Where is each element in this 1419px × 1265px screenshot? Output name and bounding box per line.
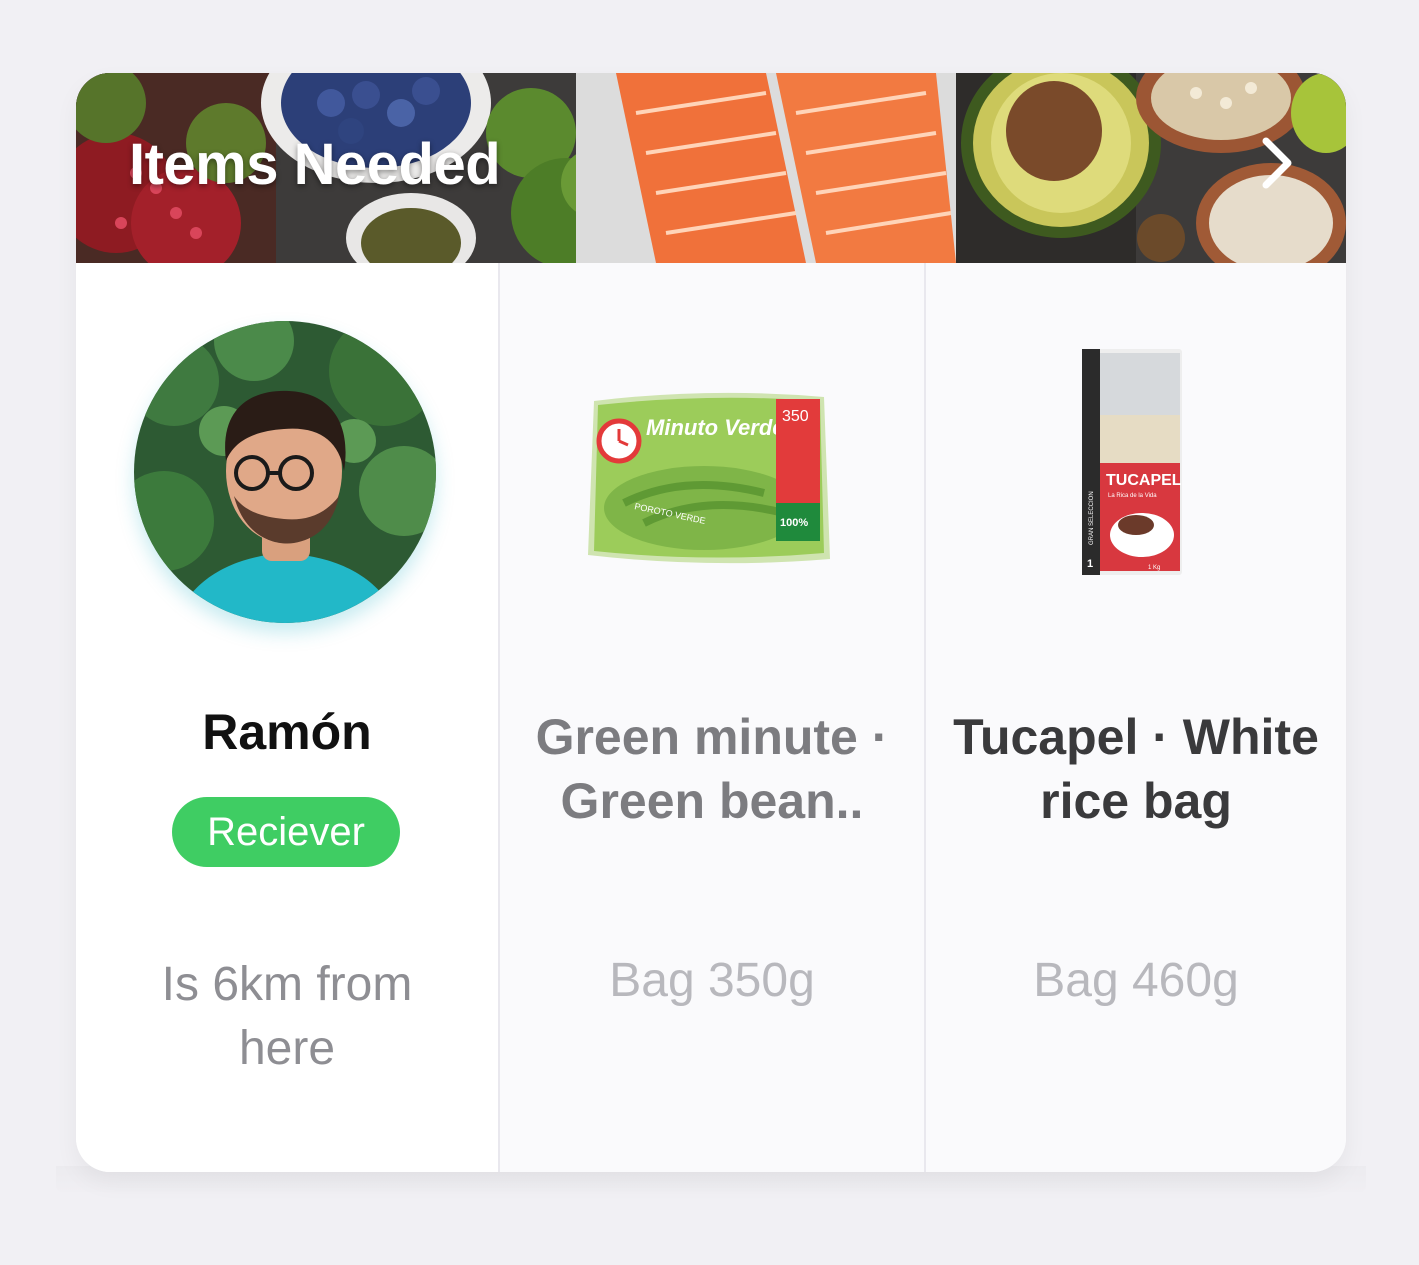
items-grid: Ramón Reciever Is 6km from here Minuto V… (76, 263, 1346, 1172)
beans-brand: Minuto Verde (646, 415, 785, 440)
rice-weight: 1 Kg (1148, 565, 1160, 571)
rice-grade: 1 (1087, 558, 1093, 570)
chevron-right-icon (1262, 137, 1292, 189)
items-needed-title: Items Needed (129, 132, 501, 197)
product-size: Bag 460g (1033, 954, 1239, 1007)
rice-side-label: GRAN SELECCION (1089, 491, 1095, 545)
avatar (134, 321, 436, 623)
rice-bag-image: TUCAPEL La Rica de la Vida GRAN SELECCIO… (1082, 349, 1182, 575)
beans-natural: 100% (780, 517, 808, 529)
see-all-button[interactable] (1248, 131, 1304, 195)
receiver-badge: Reciever (172, 797, 400, 867)
receiver-tile[interactable]: Ramón Reciever Is 6km from here (76, 263, 498, 1172)
green-bean-bag-image: Minuto Verde 350 100% POROTO VERDE (588, 392, 830, 564)
product-title: Tucapel · White rice bag (953, 709, 1319, 829)
product-size: Bag 350g (609, 954, 815, 1007)
receiver-name: Ramón (202, 704, 372, 760)
rice-brand: TUCAPEL (1106, 472, 1182, 489)
product-title: Green minute · Green bean.. (535, 709, 889, 829)
product-tile-green-beans[interactable]: Minuto Verde 350 100% POROTO VERDE Green… (500, 263, 924, 1172)
items-needed-header[interactable]: Items Needed (76, 73, 1346, 263)
rice-slogan: La Rica de la Vida (1108, 493, 1157, 499)
items-needed-card: Items Needed Ramón Reciever Is 6km from … (76, 73, 1346, 1172)
receiver-distance: Is 6km from here (161, 958, 413, 1075)
product-tile-rice[interactable]: TUCAPEL La Rica de la Vida GRAN SELECCIO… (926, 263, 1346, 1172)
beans-weight: 350 (782, 408, 809, 425)
